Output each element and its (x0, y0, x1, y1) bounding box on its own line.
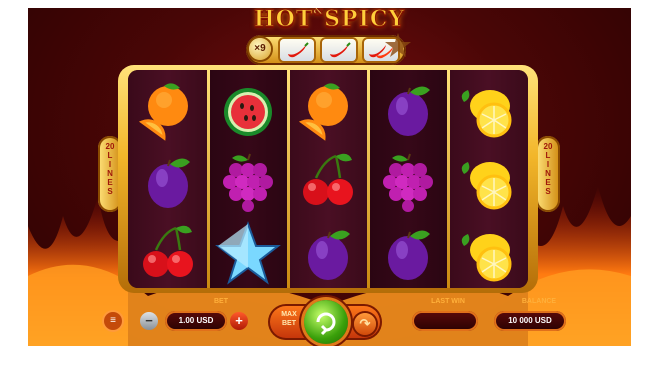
grapes-icon (223, 153, 273, 212)
chili-icon (288, 42, 309, 58)
lemon-icon (461, 162, 512, 210)
plum-icon (388, 86, 430, 136)
chili-slot-2 (322, 39, 356, 61)
game-stage: HOT&SPICY ×9 20 L I N E S 20 L I N E S B… (28, 8, 631, 346)
reel-separator (447, 70, 450, 288)
spin-button[interactable] (304, 300, 348, 344)
lines-letter: S (545, 187, 551, 196)
grapes-icon (383, 153, 433, 212)
autoplay-arrow-icon: ↷ (359, 316, 371, 331)
logo-hot: HOT (253, 8, 314, 33)
last-win-field (412, 311, 478, 331)
lines-letter: L (545, 151, 551, 160)
balance-label: BALANCE (521, 298, 557, 305)
lines-indicator-right: 20 L I N E S (536, 136, 560, 212)
bet-increase-button[interactable]: + (230, 312, 248, 330)
max-bet-label-line2: BET (282, 320, 296, 327)
multiplier-bar: ×9 (246, 35, 406, 65)
reel-separator (287, 70, 290, 288)
orange-icon (298, 83, 348, 141)
cherries-icon (303, 153, 353, 205)
logo-spicy: SPICY (324, 8, 406, 33)
logo-ampersand: & (313, 8, 325, 18)
max-bet-button[interactable]: MAX BET (274, 310, 304, 328)
lines-count: 20 (543, 142, 553, 151)
max-bet-label-line1: MAX (281, 311, 297, 318)
plum-icon (148, 158, 190, 208)
bet-value-field: 1.00 USD (165, 311, 227, 331)
chili-slot-1 (280, 39, 314, 61)
menu-button[interactable]: ≡ (104, 312, 122, 330)
cherries-icon (143, 225, 193, 277)
bet-decrease-button[interactable]: − (140, 312, 158, 330)
reel-4 (368, 70, 448, 288)
multiplier-badge: ×9 (249, 38, 271, 60)
autoplay-button[interactable]: ↷ (354, 313, 376, 335)
reel-separator (207, 70, 210, 288)
plum-icon (388, 230, 430, 280)
lemon-icon (461, 234, 512, 282)
bet-label: BET (214, 298, 228, 305)
watermelon-icon (224, 88, 272, 136)
game-logo: HOT&SPICY (28, 8, 631, 33)
lines-letter: E (545, 178, 551, 187)
balance-field: 10 000 USD (494, 311, 566, 331)
last-win-label: LAST WIN (431, 298, 465, 305)
star-decor-icon (385, 33, 411, 57)
orange-icon (138, 83, 188, 141)
plum-icon (308, 230, 350, 280)
reel-1 (128, 70, 208, 288)
lemon-icon (461, 90, 512, 138)
reel-3 (288, 70, 368, 288)
menu-icon: ≡ (110, 315, 116, 326)
lines-letter: I (546, 160, 550, 169)
reel-2 (208, 70, 288, 288)
reel-separator (367, 70, 370, 288)
reel-5 (448, 70, 528, 288)
spin-arrows-icon (316, 312, 336, 336)
star-icon (215, 221, 281, 285)
chili-icon (330, 42, 351, 58)
lines-letter: N (545, 169, 551, 178)
reel-area (128, 70, 528, 288)
